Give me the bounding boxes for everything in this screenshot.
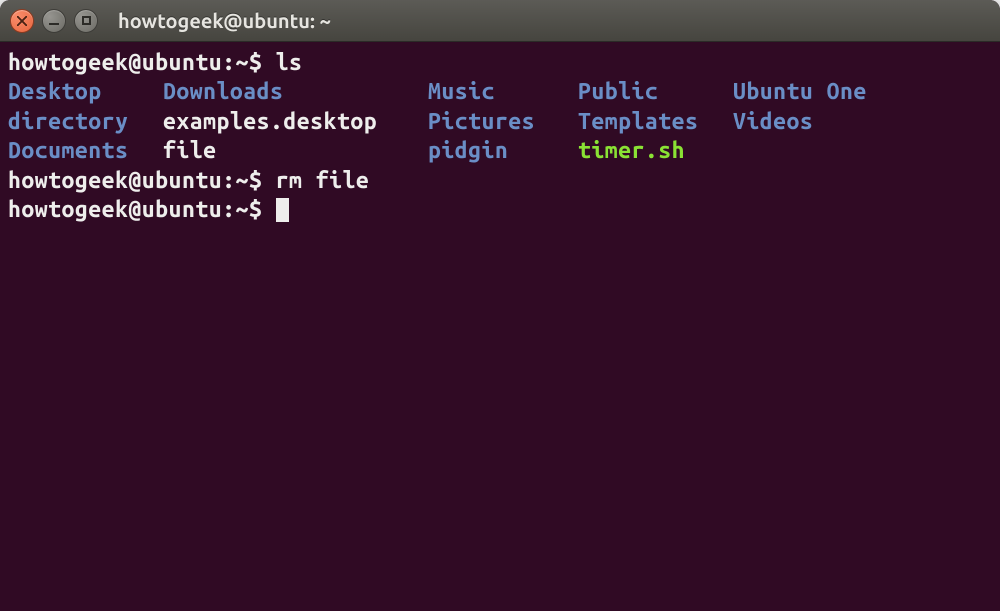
ls-item: directory: [8, 107, 163, 136]
ls-item: [733, 136, 992, 165]
ls-item: examples.desktop: [163, 107, 428, 136]
window-title: howtogeek@ubuntu: ~: [118, 9, 331, 32]
command-ls: ls: [276, 50, 303, 75]
prompt-line-1: howtogeek@ubuntu:~$ ls: [8, 50, 302, 75]
ls-item: timer.sh: [578, 136, 733, 165]
ls-item: file: [163, 136, 428, 165]
ls-item: Public: [578, 77, 733, 106]
close-icon[interactable]: [10, 9, 34, 33]
ls-item: Documents: [8, 136, 163, 165]
ls-item: Desktop: [8, 77, 163, 106]
maximize-icon[interactable]: [74, 9, 98, 33]
prompt-user: howtogeek@ubuntu: [8, 50, 222, 75]
ls-item: Videos: [733, 107, 992, 136]
titlebar[interactable]: howtogeek@ubuntu: ~: [0, 0, 1000, 42]
ls-item: Templates: [578, 107, 733, 136]
ls-item: Downloads: [163, 77, 428, 106]
cursor-icon: [276, 198, 289, 222]
terminal-window: howtogeek@ubuntu: ~ howtogeek@ubuntu:~$ …: [0, 0, 1000, 611]
ls-output: DesktopDownloadsMusicPublicUbuntu One dir…: [8, 77, 992, 165]
terminal-body[interactable]: howtogeek@ubuntu:~$ ls DesktopDownloadsM…: [0, 42, 1000, 611]
prompt-line-3: howtogeek@ubuntu:~$: [8, 197, 289, 222]
window-buttons: [10, 9, 98, 33]
ls-item: Pictures: [428, 107, 578, 136]
ls-item: Music: [428, 77, 578, 106]
minimize-icon[interactable]: [42, 9, 66, 33]
prompt-line-2: howtogeek@ubuntu:~$ rm file: [8, 168, 369, 193]
ls-item: pidgin: [428, 136, 578, 165]
ls-item: Ubuntu One: [733, 77, 992, 106]
command-rm: rm file: [276, 168, 370, 193]
